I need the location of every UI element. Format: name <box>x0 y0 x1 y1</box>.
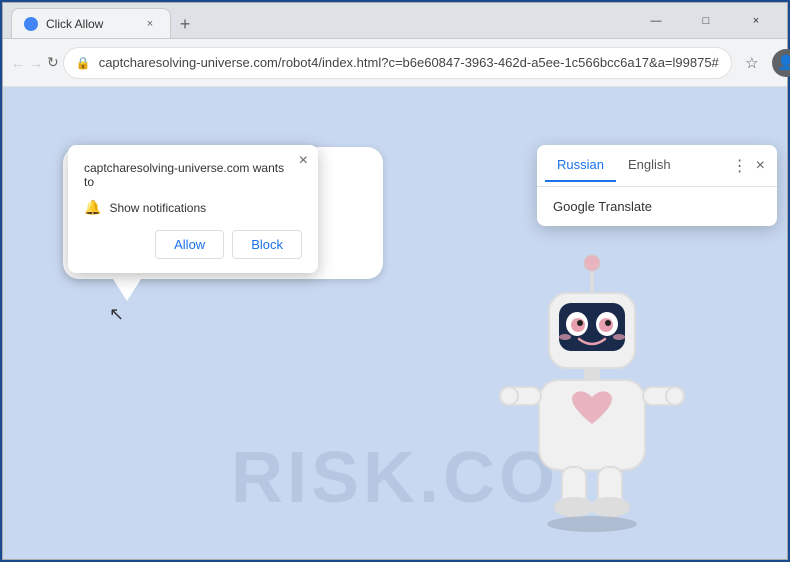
bell-icon: 🔔 <box>84 199 101 216</box>
google-translate-label: Google Translate <box>553 199 652 214</box>
popup-close-button[interactable]: × <box>299 153 308 169</box>
popup-title: captcharesolving-universe.com wants to <box>84 161 302 189</box>
translate-body: Google Translate <box>537 187 777 226</box>
forward-button[interactable]: → <box>29 47 43 79</box>
tab-title: Click Allow <box>46 17 103 31</box>
tab-close-button[interactable]: × <box>142 16 158 32</box>
new-tab-button[interactable]: + <box>171 10 199 38</box>
omnibox[interactable]: 🔒 captcharesolving-universe.com/robot4/i… <box>63 47 732 79</box>
profile-avatar: 👤 <box>772 49 790 77</box>
translate-popup: Russian English ⋮ × Google Translate <box>537 145 777 226</box>
toolbar-icons: ☆ 👤 ⋮ <box>736 47 790 79</box>
tab-english[interactable]: English <box>616 149 683 182</box>
block-button[interactable]: Block <box>232 230 302 259</box>
popup-row: 🔔 Show notifications <box>84 199 302 216</box>
robot-svg <box>477 239 707 539</box>
window-controls: — □ × <box>633 6 779 36</box>
popup-row-text: Show notifications <box>109 201 206 215</box>
allow-button[interactable]: Allow <box>155 230 224 259</box>
address-bar: ← → ↻ 🔒 captcharesolving-universe.com/ro… <box>3 39 787 87</box>
tab-strip: Click Allow × + <box>11 3 629 38</box>
translate-close-button[interactable]: × <box>752 153 769 179</box>
robot-illustration <box>477 239 707 539</box>
popup-buttons: Allow Block <box>84 230 302 259</box>
refresh-button[interactable]: ↻ <box>47 47 59 79</box>
back-button[interactable]: ← <box>11 47 25 79</box>
bookmark-icon[interactable]: ☆ <box>736 47 768 79</box>
notification-popup: × captcharesolving-universe.com wants to… <box>68 145 318 273</box>
profile-icon[interactable]: 👤 <box>770 47 790 79</box>
page-content: RISK.CO CLICK «ALLOW» TO CONFIRM THAT YO… <box>3 87 787 559</box>
tab-russian[interactable]: Russian <box>545 149 616 182</box>
translate-menu-icon[interactable]: ⋮ <box>728 152 752 180</box>
url-text: captcharesolving-universe.com/robot4/ind… <box>99 55 719 70</box>
minimize-button[interactable]: — <box>633 6 679 36</box>
lock-icon: 🔒 <box>76 56 91 70</box>
title-bar: Click Allow × + — □ × <box>3 3 787 39</box>
close-button[interactable]: × <box>733 6 779 36</box>
maximize-button[interactable]: □ <box>683 6 729 36</box>
mouse-cursor: ↖ <box>109 305 124 323</box>
tab-favicon <box>24 17 38 31</box>
translate-header: Russian English ⋮ × <box>537 145 777 187</box>
active-tab[interactable]: Click Allow × <box>11 8 171 38</box>
browser-window: Click Allow × + — □ × ← → ↻ 🔒 captchares… <box>2 2 788 560</box>
